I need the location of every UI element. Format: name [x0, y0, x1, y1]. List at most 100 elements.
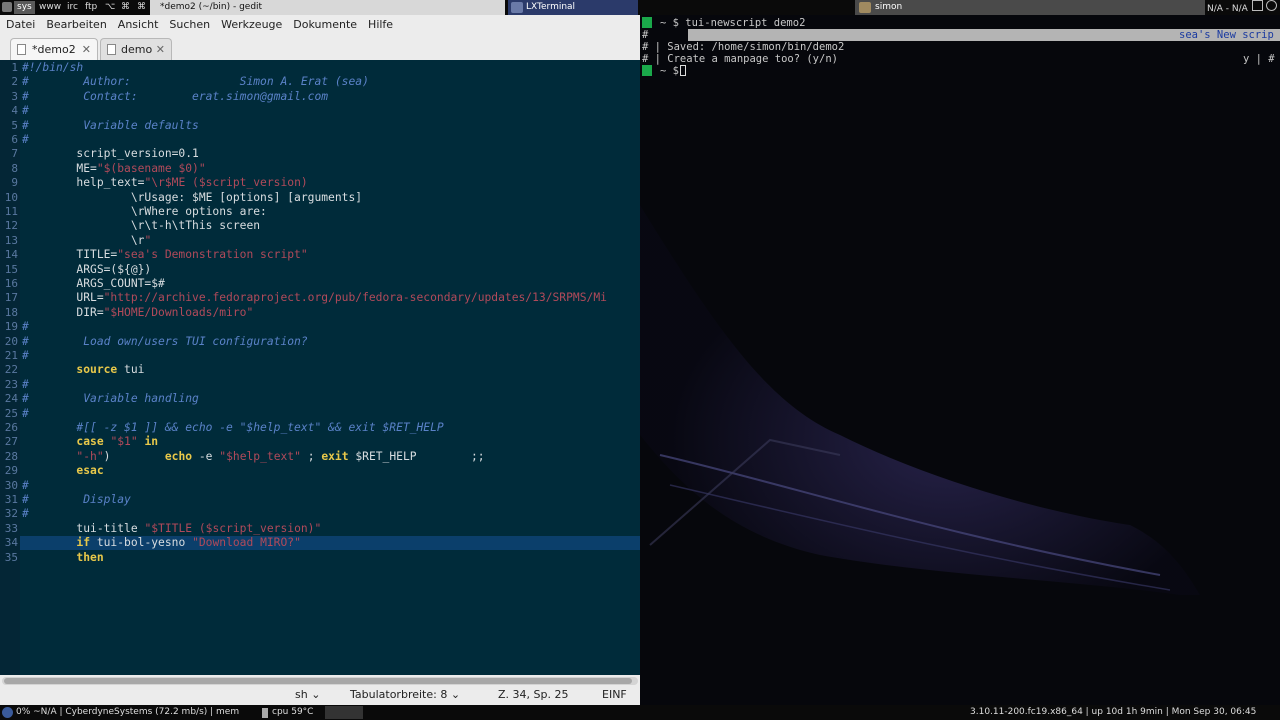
- panel-stats: 0% ~N/A | CyberdyneSystems (72.2 mb/s) |…: [16, 707, 240, 717]
- taskbar-window-simon[interactable]: simon: [855, 0, 1205, 15]
- menubar: Datei Bearbeiten Ansicht Suchen Werkzeuge Dok…: [0, 15, 640, 34]
- folder-icon: [859, 2, 871, 13]
- line-number: 26: [4, 421, 18, 434]
- tab-width-label: Tabulatorbreite: 8: [350, 688, 448, 701]
- workspace-tag-5[interactable]: ⌥: [102, 1, 118, 14]
- line-number: 30: [4, 478, 18, 492]
- menu-ansicht[interactable]: Ansicht: [112, 15, 164, 31]
- workspace-tag-ftp[interactable]: ftp: [82, 1, 100, 14]
- tab-demo2[interactable]: *demo2 ✕: [10, 38, 98, 60]
- code-line: ME="$(basename $0)": [22, 161, 206, 175]
- code-line: #: [22, 349, 29, 362]
- line-number: 5: [11, 118, 18, 132]
- line-number: 17: [4, 291, 18, 305]
- code-line: #: [22, 104, 29, 118]
- line-number: 28: [4, 449, 18, 463]
- cpu-graph: [325, 706, 363, 719]
- code-line: if tui-bol-yesno "Download MIRO?": [76, 536, 301, 550]
- code-line: #: [22, 507, 29, 521]
- tab-bar: *demo2 ✕ demo ✕: [0, 35, 640, 61]
- insert-mode: EINF: [602, 688, 627, 701]
- tray-icon[interactable]: [1251, 0, 1263, 11]
- line-number: 4: [11, 104, 18, 118]
- line-number: 32: [4, 507, 18, 521]
- code-line: case "$1" in: [76, 435, 159, 449]
- tray-icon[interactable]: [1265, 0, 1277, 11]
- menu-bearbeiten[interactable]: Bearbeiten: [40, 15, 111, 31]
- wallpaper-image: [640, 15, 1280, 705]
- code-line: TITLE="sea's Demonstration script": [22, 248, 308, 262]
- line-number: 19: [4, 320, 18, 334]
- menu-datei[interactable]: Datei: [0, 15, 40, 31]
- top-panel: sys www irc ftp ⌥ ⌘ ⌘ *demo2 (~/bin) - g…: [0, 0, 1280, 26]
- panel-status: N/A - N/A: [1205, 0, 1280, 26]
- code-line: #: [22, 320, 29, 334]
- system-info-bar: 3.10.11-200.fc19.x86_64 | up 10d 1h 9min…: [970, 707, 1257, 717]
- tab-demo[interactable]: demo ✕: [100, 38, 172, 60]
- system-icon[interactable]: [2, 707, 13, 718]
- line-number: 2: [11, 75, 18, 89]
- workspace-tag-www[interactable]: www: [36, 1, 64, 14]
- code-line: DIR="$HOME/Downloads/miro": [22, 305, 254, 319]
- scrollbar-thumb[interactable]: [4, 678, 632, 684]
- code-line: # Author: Simon A. Erat (sea): [22, 75, 369, 89]
- code-line: ARGS_COUNT=$#: [22, 277, 165, 290]
- terminal-line-2: #: [642, 29, 649, 41]
- line-number: 18: [4, 305, 18, 319]
- terminal-cursor: [680, 65, 686, 76]
- workspace-tag-irc[interactable]: irc: [64, 1, 81, 14]
- code-line: #: [22, 377, 29, 391]
- prompt-marker: [642, 65, 652, 76]
- code-line: \rWhere options are:: [22, 205, 267, 218]
- workspace-tag-7[interactable]: ⌘: [134, 1, 149, 14]
- code-line: #!/bin/sh: [22, 61, 84, 74]
- status-text: N/A - N/A: [1207, 4, 1248, 14]
- menu-dokumente[interactable]: Dokumente: [287, 15, 362, 31]
- code-line: #: [22, 406, 29, 420]
- code-line: \r\t-h\tThis screen: [22, 219, 261, 233]
- workspace-tag-sys[interactable]: sys: [14, 1, 35, 14]
- taskbar-window-lxterminal[interactable]: LXTerminal: [508, 0, 638, 15]
- code-line: tui-title "$TITLE ($script_version)": [22, 521, 322, 535]
- line-number: 3: [11, 89, 18, 103]
- line-number: 22: [4, 363, 18, 377]
- line-number: 29: [4, 464, 18, 478]
- close-icon[interactable]: ✕: [82, 39, 91, 61]
- language-selector[interactable]: sh ⌄: [295, 688, 320, 701]
- taskbar-window-gedit[interactable]: *demo2 (~/bin) - gedit: [150, 0, 505, 15]
- line-number: 23: [4, 377, 18, 391]
- code-editor[interactable]: 1 2 3 4 5 6 7 8 9 10 11 12 13 14 15 16 17 18 19 20 21 22 23 24 2…: [0, 60, 640, 675]
- code-line: ARGS=(${@}): [22, 262, 152, 276]
- dialog-title: sea's New scrip: [1179, 29, 1274, 41]
- terminal-window[interactable]: sea's New scrip ~ $ tui-newscript demo2 …: [640, 15, 1280, 705]
- code-line: #: [22, 133, 29, 146]
- terminal-line-4: # | Create a manpage too? (y/n): [642, 53, 838, 65]
- line-number: 11: [4, 205, 18, 218]
- document-icon: [17, 44, 26, 55]
- menu-hilfe[interactable]: Hilfe: [362, 15, 398, 31]
- code-line: # Display: [22, 493, 131, 506]
- code-line: # Contact: erat.simon@gmail.com: [22, 89, 329, 103]
- line-number: 14: [4, 248, 18, 262]
- line-number: 27: [4, 435, 18, 449]
- menu-werkzeuge[interactable]: Werkzeuge: [215, 15, 287, 31]
- line-number: 12: [4, 219, 18, 233]
- line-number: 35: [4, 550, 18, 564]
- chevron-down-icon: ⌄: [450, 688, 461, 701]
- tab-label: *demo2: [32, 43, 76, 56]
- app-menu-icon[interactable]: [2, 2, 12, 12]
- tab-width-selector[interactable]: Tabulatorbreite: 8 ⌄: [350, 688, 460, 701]
- code-line: URL="http://archive.fedoraproject.org/pu…: [22, 291, 607, 305]
- close-icon[interactable]: ✕: [156, 39, 165, 61]
- terminal-prompt-answer: y | #: [1243, 53, 1275, 65]
- horizontal-scrollbar[interactable]: [2, 677, 638, 685]
- line-number: 34: [4, 536, 18, 550]
- menu-suchen[interactable]: Suchen: [163, 15, 215, 31]
- code-line: \r": [22, 233, 152, 247]
- language-label: sh: [295, 688, 308, 701]
- line-number: 20: [4, 334, 18, 348]
- code-line: # Load own/users TUI configuration?: [22, 334, 308, 348]
- window-title: simon: [875, 2, 903, 12]
- terminal-line-3: # | Saved: /home/simon/bin/demo2: [642, 41, 845, 53]
- workspace-tag-6[interactable]: ⌘: [118, 1, 133, 14]
